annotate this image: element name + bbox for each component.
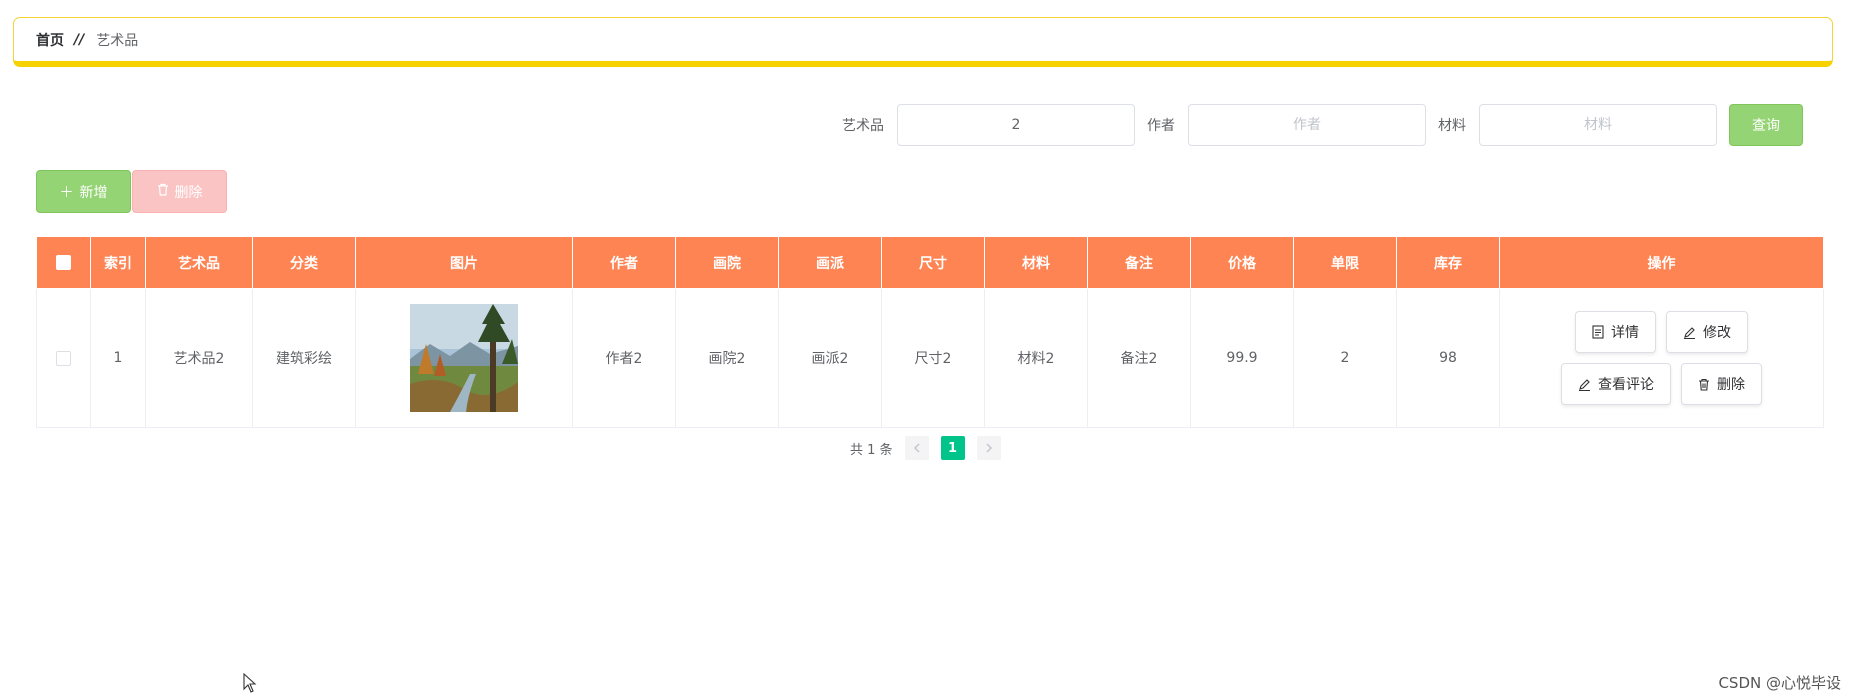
header-size: 尺寸 (881, 236, 985, 289)
add-button-label: 新增 (79, 184, 108, 201)
cell-category: 建筑彩绘 (252, 288, 356, 428)
detail-button-label: 详情 (1611, 325, 1639, 341)
search-form: 艺术品 作者 材料 查询 (830, 104, 1803, 146)
header-limit: 单限 (1293, 236, 1397, 289)
cell-author: 作者2 (572, 288, 676, 428)
cell-remark: 备注2 (1087, 288, 1191, 428)
artwork-thumbnail[interactable] (410, 304, 518, 412)
pagination: 共 1 条 1 (850, 436, 1001, 460)
breadcrumb-home[interactable]: 首页 (36, 30, 64, 50)
header-category: 分类 (252, 236, 356, 289)
row-select-cell (36, 288, 91, 428)
author-input[interactable] (1188, 104, 1426, 146)
batch-delete-label: 删除 (174, 184, 203, 201)
trash-icon (157, 183, 169, 200)
chevron-right-icon (986, 443, 992, 453)
cell-price: 99.9 (1190, 288, 1294, 428)
header-index: 索引 (90, 236, 146, 289)
page-number-current[interactable]: 1 (940, 436, 965, 460)
chevron-left-icon (913, 443, 920, 453)
header-material: 材料 (984, 236, 1088, 289)
row-checkbox[interactable] (56, 350, 71, 366)
prev-page-button[interactable] (904, 436, 929, 460)
cell-size: 尺寸2 (881, 288, 985, 428)
document-icon (1592, 325, 1604, 339)
plus-icon: ＋ (59, 184, 74, 201)
pencil-icon (1684, 326, 1695, 339)
select-all-cell (36, 236, 91, 289)
artwork-table: 索引 艺术品 分类 图片 作者 画院 画派 尺寸 材料 备注 价格 单限 库存 … (36, 236, 1824, 428)
material-label: 材料 (1438, 118, 1466, 134)
header-actions: 操作 (1499, 236, 1824, 289)
header-artwork: 艺术品 (145, 236, 253, 289)
table-row: 1 艺术品2 建筑彩绘 作者2 画院2 画派2 尺寸2 材料2 备注2 99.9… (36, 288, 1824, 428)
cell-limit: 2 (1293, 288, 1397, 428)
search-button[interactable]: 查询 (1729, 104, 1803, 146)
header-stock: 库存 (1396, 236, 1500, 289)
view-comments-button[interactable]: 查看评论 (1561, 363, 1671, 405)
row-actions-top: 详情 修改 (1575, 311, 1748, 353)
edit-button-label: 修改 (1703, 325, 1731, 341)
cell-index: 1 (90, 288, 146, 428)
cell-actions: 详情 修改 查看评论 删除 (1499, 288, 1824, 428)
cell-school: 画派2 (778, 288, 882, 428)
header-academy: 画院 (675, 236, 779, 289)
delete-button[interactable]: 删除 (1681, 363, 1762, 405)
add-button[interactable]: ＋ 新增 (36, 170, 131, 213)
header-school: 画派 (778, 236, 882, 289)
row-actions-bottom: 查看评论 删除 (1561, 363, 1762, 405)
breadcrumb-separator: // (74, 31, 85, 48)
view-comments-label: 查看评论 (1598, 377, 1654, 393)
artwork-input[interactable] (897, 104, 1135, 146)
table-header-row: 索引 艺术品 分类 图片 作者 画院 画派 尺寸 材料 备注 价格 单限 库存 … (36, 236, 1824, 289)
trash-icon (1699, 378, 1709, 391)
cell-stock: 98 (1396, 288, 1500, 428)
edit-button[interactable]: 修改 (1666, 311, 1748, 353)
pencil-icon (1579, 378, 1590, 391)
select-all-checkbox[interactable] (56, 255, 71, 270)
cell-image (355, 288, 573, 428)
header-image: 图片 (355, 236, 573, 289)
header-price: 价格 (1190, 236, 1294, 289)
material-input[interactable] (1479, 104, 1717, 146)
watermark: CSDN @心悦毕设 (1718, 674, 1841, 692)
row-actions: 详情 修改 查看评论 删除 (1501, 311, 1822, 405)
author-label: 作者 (1147, 118, 1175, 134)
pagination-total: 共 1 条 (850, 442, 893, 458)
mouse-cursor-icon (243, 673, 257, 693)
breadcrumb: 首页 // 艺术品 (13, 17, 1833, 67)
cell-artwork: 艺术品2 (145, 288, 253, 428)
delete-button-label: 删除 (1717, 377, 1745, 393)
cell-academy: 画院2 (675, 288, 779, 428)
artwork-label: 艺术品 (842, 118, 884, 134)
cell-material: 材料2 (984, 288, 1088, 428)
batch-delete-button[interactable]: 删除 (132, 170, 227, 213)
detail-button[interactable]: 详情 (1575, 311, 1656, 353)
next-page-button[interactable] (976, 436, 1001, 460)
header-author: 作者 (572, 236, 676, 289)
breadcrumb-current: 艺术品 (96, 32, 139, 49)
header-remark: 备注 (1087, 236, 1191, 289)
